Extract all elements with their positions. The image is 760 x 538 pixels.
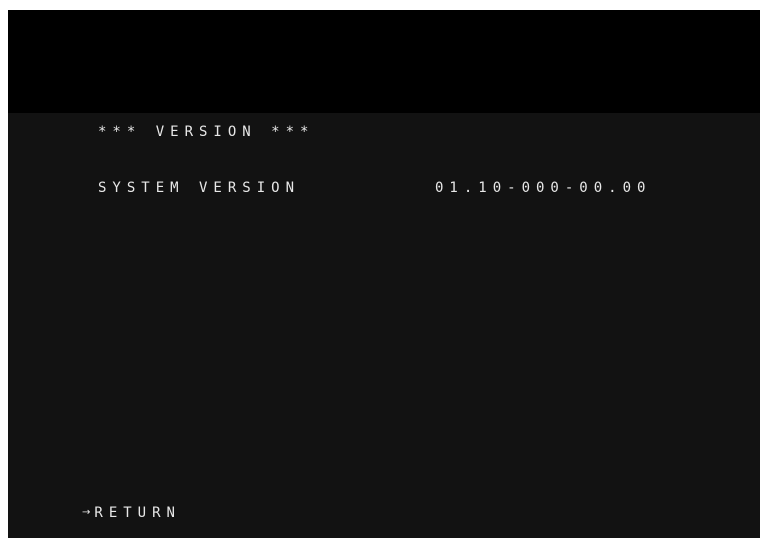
arrow-right-icon: →	[82, 507, 91, 518]
menu-title: *** VERSION ***	[98, 124, 315, 140]
return-label: RETURN	[94, 505, 181, 521]
system-version-label: SYSTEM VERSION	[98, 180, 301, 196]
top-black-band	[8, 10, 760, 113]
return-menu-item[interactable]: → RETURN	[82, 505, 181, 521]
system-version-value: 01.10-000-00.00	[435, 180, 652, 196]
osd-screen: *** VERSION *** SYSTEM VERSION 01.10-000…	[8, 10, 760, 538]
